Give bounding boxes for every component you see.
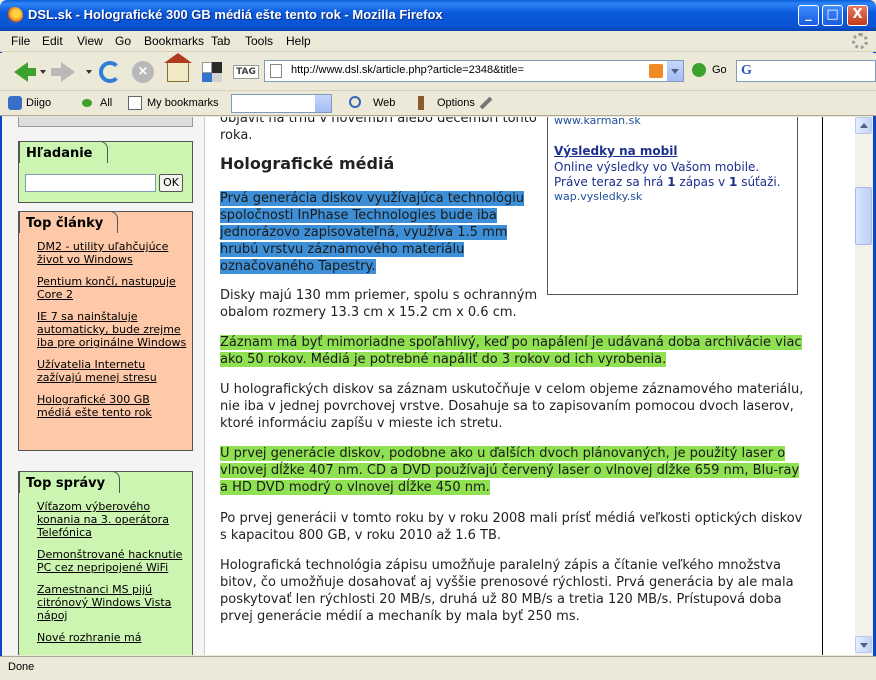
rss-feed-icon[interactable]: [649, 64, 663, 78]
bookmarks-icon: [128, 96, 142, 110]
highlighted-text: Záznam má byť mimoriadne spoľahlivý, keď…: [220, 335, 802, 367]
top-spravy-link[interactable]: Demonštrované hacknutie PC cez nepripoje…: [37, 548, 187, 574]
menu-bookmarks[interactable]: Bookmarks: [144, 34, 204, 48]
article-paragraph: Záznam má byť mimoriadne spoľahlivý, keď…: [220, 334, 810, 368]
minimize-button[interactable]: _: [798, 5, 819, 26]
home-button[interactable]: [164, 53, 192, 85]
all-icon: [82, 99, 92, 107]
top-spravy-link[interactable]: Nové rozhranie má: [37, 631, 187, 644]
top-clanky-link[interactable]: DM2 - utility uľahčujúce život vo Window…: [37, 240, 187, 266]
bookmarks-select[interactable]: [231, 94, 332, 113]
menu-tab[interactable]: Tab: [211, 34, 230, 48]
left-sidebar: Hľadanie OK Top články DM2 - utility uľa…: [2, 117, 205, 655]
scroll-down-button[interactable]: [855, 636, 872, 653]
menu-go[interactable]: Go: [115, 34, 131, 48]
ad-description: Online výsledky vo Vašom mobile. Práve t…: [554, 160, 781, 189]
delicious-button[interactable]: [199, 59, 225, 85]
url-input[interactable]: http://www.dsl.sk/article.php?article=23…: [291, 64, 524, 76]
sidebar-search-input[interactable]: [25, 174, 156, 192]
top-clanky-title: Top články: [19, 211, 119, 233]
ad-url[interactable]: www.karman.sk: [554, 117, 641, 127]
diigo-button[interactable]: Diigo: [26, 97, 51, 109]
article-paragraph: Disky majú 130 mm priemer, spolu s ochra…: [220, 288, 538, 320]
menu-help[interactable]: Help: [286, 34, 311, 48]
top-spravy-link[interactable]: Víťazom výberového konania na 3. operáto…: [37, 500, 187, 539]
tag-button[interactable]: TAG: [233, 59, 259, 85]
ad-url[interactable]: wap.vysledky.sk: [554, 190, 642, 203]
all-button[interactable]: All: [100, 97, 112, 109]
back-button[interactable]: [8, 59, 36, 85]
sidebar-top-remnant: [18, 117, 193, 127]
menu-tools[interactable]: Tools: [245, 34, 273, 48]
highlighted-text: U prvej generácie diskov, podobne ako u …: [220, 446, 800, 495]
throbber-icon: [852, 33, 868, 49]
url-history-dropdown[interactable]: [666, 61, 683, 81]
google-icon[interactable]: G: [741, 63, 752, 79]
stop-button[interactable]: ×: [130, 59, 156, 85]
forward-arrow-icon: [51, 62, 75, 82]
url-bar[interactable]: http://www.dsl.sk/article.php?article=23…: [264, 60, 684, 82]
close-button[interactable]: X: [847, 5, 868, 26]
top-spravy-link[interactable]: Zamestnanci MS pijú citrónový Windows Vi…: [37, 583, 187, 622]
stop-icon: ×: [132, 61, 154, 83]
my-bookmarks-button[interactable]: My bookmarks: [147, 97, 219, 109]
menu-view[interactable]: View: [77, 34, 103, 48]
advertisement-box: www.karman.sk Výsledky na mobil Online v…: [547, 117, 798, 295]
highlighted-text: Prvá generácia diskov využívajúca techno…: [220, 191, 525, 274]
forward-button[interactable]: [51, 59, 81, 85]
bookmarks-toolbar: Diigo All My bookmarks Web Options: [0, 91, 876, 116]
ad-title-link[interactable]: Výsledky na mobil: [554, 144, 677, 158]
content-divider: [822, 117, 823, 655]
article-paragraph: U holografických diskov sa záznam uskuto…: [220, 382, 804, 431]
go-icon[interactable]: [692, 63, 706, 77]
title-bar: DSL.sk - Holografické 300 GB médiá ešte …: [0, 0, 876, 31]
sidebar-search-ok-button[interactable]: OK: [159, 174, 183, 192]
top-clanky-link[interactable]: Užívatelia Internetu zažívajú menej stre…: [37, 358, 187, 384]
top-clanky-link[interactable]: Holografické 300 GB médiá ešte tento rok: [37, 393, 187, 419]
home-icon: [164, 53, 192, 82]
magnifier-icon: [349, 96, 361, 108]
reload-button[interactable]: [97, 59, 123, 85]
top-clanky-link[interactable]: Pentium končí, nastupuje Core 2: [37, 275, 187, 301]
article-paragraph: Po prvej generácii v tomto roku by v rok…: [220, 511, 803, 543]
forward-history-dropdown[interactable]: [86, 70, 92, 74]
scroll-up-button[interactable]: [855, 117, 872, 134]
maximize-button[interactable]: □: [822, 5, 843, 26]
page-viewport: Hľadanie OK Top články DM2 - utility uľa…: [2, 117, 856, 655]
menu-bar: File Edit View Go Bookmarks Tab Tools He…: [0, 31, 876, 52]
article-paragraph: Holografická technológia zápisu umožňuje…: [220, 558, 794, 624]
article-intro-fragment: objaviť na trhu v novembri alebo decembr…: [220, 117, 537, 143]
menu-edit[interactable]: Edit: [42, 34, 63, 48]
search-box: Hľadanie OK: [18, 141, 193, 203]
options-button[interactable]: Options: [437, 97, 475, 109]
article-paragraph: Prvá generácia diskov využívajúca techno…: [220, 190, 535, 275]
top-clanky-box: Top články DM2 - utility uľahčujúce živo…: [18, 211, 193, 451]
firefox-icon: [6, 7, 23, 24]
wrench-icon: [418, 96, 424, 110]
diigo-icon: [8, 96, 22, 110]
delicious-icon: [202, 62, 222, 82]
window-title: DSL.sk - Holografické 300 GB médiá ešte …: [28, 7, 443, 22]
reload-icon: [99, 61, 121, 83]
top-spravy-title: Top správy: [19, 471, 121, 493]
article-heading: Holografické médiá: [220, 154, 395, 173]
page-icon: [270, 64, 282, 78]
highlighter-icon[interactable]: [479, 96, 493, 110]
search-engine-box[interactable]: G: [736, 60, 876, 82]
top-spravy-box: Top správy Víťazom výberového konania na…: [18, 471, 193, 655]
back-arrow-icon: [14, 62, 36, 82]
vertical-scrollbar[interactable]: [855, 117, 872, 655]
status-bar: Done: [0, 656, 876, 680]
tag-icon: TAG: [233, 65, 259, 79]
web-search-button[interactable]: Web: [373, 97, 395, 109]
status-text: Done: [8, 661, 35, 673]
back-history-dropdown[interactable]: [40, 70, 46, 74]
search-box-title: Hľadanie: [19, 141, 108, 163]
go-button[interactable]: Go: [712, 64, 727, 76]
top-clanky-link[interactable]: IE 7 sa nainštaluje automaticky, bude zr…: [37, 310, 187, 349]
article-paragraph: U prvej generácie diskov, podobne ako u …: [220, 445, 810, 496]
menu-file[interactable]: File: [11, 34, 30, 48]
scroll-thumb[interactable]: [855, 187, 872, 245]
